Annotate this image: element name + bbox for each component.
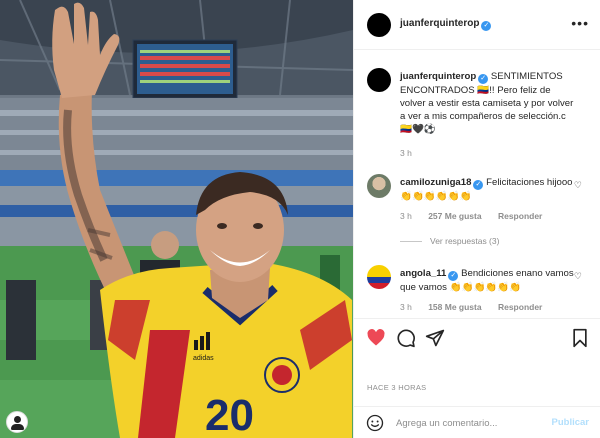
more-options-icon[interactable]: ••• xyxy=(571,16,589,30)
view-replies-label: Ver respuestas (3) xyxy=(430,236,500,246)
post-photo[interactable]: adidas 20 xyxy=(0,0,353,438)
action-bar xyxy=(354,318,600,362)
comment-like-icon[interactable]: ♡ xyxy=(574,180,582,191)
verified-icon: ✓ xyxy=(478,74,489,84)
comment-input[interactable] xyxy=(396,414,546,432)
author-username[interactable]: juanferquinterop xyxy=(400,18,479,29)
caption-username[interactable]: juanferquinterop xyxy=(400,71,476,82)
reply-button[interactable]: Responder xyxy=(498,211,542,221)
share-icon[interactable] xyxy=(425,328,445,348)
replies-divider xyxy=(400,241,422,243)
commenter-avatar[interactable] xyxy=(367,174,391,198)
post-header: juanferquinterop ✓ ••• xyxy=(354,0,600,50)
comment-username[interactable]: camilozuniga18 xyxy=(400,177,471,188)
verified-icon: ✓ xyxy=(473,180,484,190)
caption-meta: 3 h xyxy=(400,148,426,158)
svg-text:adidas: adidas xyxy=(193,355,214,362)
comment-like-icon[interactable]: ♡ xyxy=(574,271,582,282)
comment-likes[interactable]: 158 Me gusta xyxy=(428,302,481,312)
post-side-panel: juanferquinterop ✓ ••• juanferquinterop ✓ … xyxy=(353,0,600,438)
heart-icon[interactable] xyxy=(366,328,386,348)
author-avatar[interactable] xyxy=(367,13,391,37)
comment-icon[interactable] xyxy=(396,328,416,348)
view-replies-button[interactable]: Ver respuestas (3) xyxy=(400,236,499,246)
verified-icon: ✓ xyxy=(448,271,459,281)
current-user-avatar[interactable] xyxy=(6,411,28,433)
publish-button[interactable]: Publicar xyxy=(552,417,590,428)
comment-username[interactable]: angola_11 xyxy=(400,268,446,279)
add-comment-bar: Publicar xyxy=(354,406,600,438)
comment-likes[interactable]: 257 Me gusta xyxy=(428,211,481,221)
comment-time[interactable]: 3 h xyxy=(400,302,412,312)
caption-author-avatar[interactable] xyxy=(367,68,391,92)
jersey-number: 20 xyxy=(205,391,254,438)
reply-button[interactable]: Responder xyxy=(498,302,542,312)
comment-time[interactable]: 3 h xyxy=(400,211,412,221)
caption-time[interactable]: 3 h xyxy=(400,148,412,158)
comment-meta: 3 h 158 Me gusta Responder xyxy=(400,302,556,312)
emoji-icon[interactable] xyxy=(366,414,384,432)
bookmark-icon[interactable] xyxy=(571,328,589,348)
post-timestamp[interactable]: HACE 3 HORAS xyxy=(367,383,426,392)
photo-scene: adidas 20 xyxy=(0,0,353,438)
comment-meta: 3 h 257 Me gusta Responder xyxy=(400,211,556,221)
verified-icon: ✓ xyxy=(481,21,492,31)
commenter-avatar[interactable] xyxy=(367,265,391,289)
